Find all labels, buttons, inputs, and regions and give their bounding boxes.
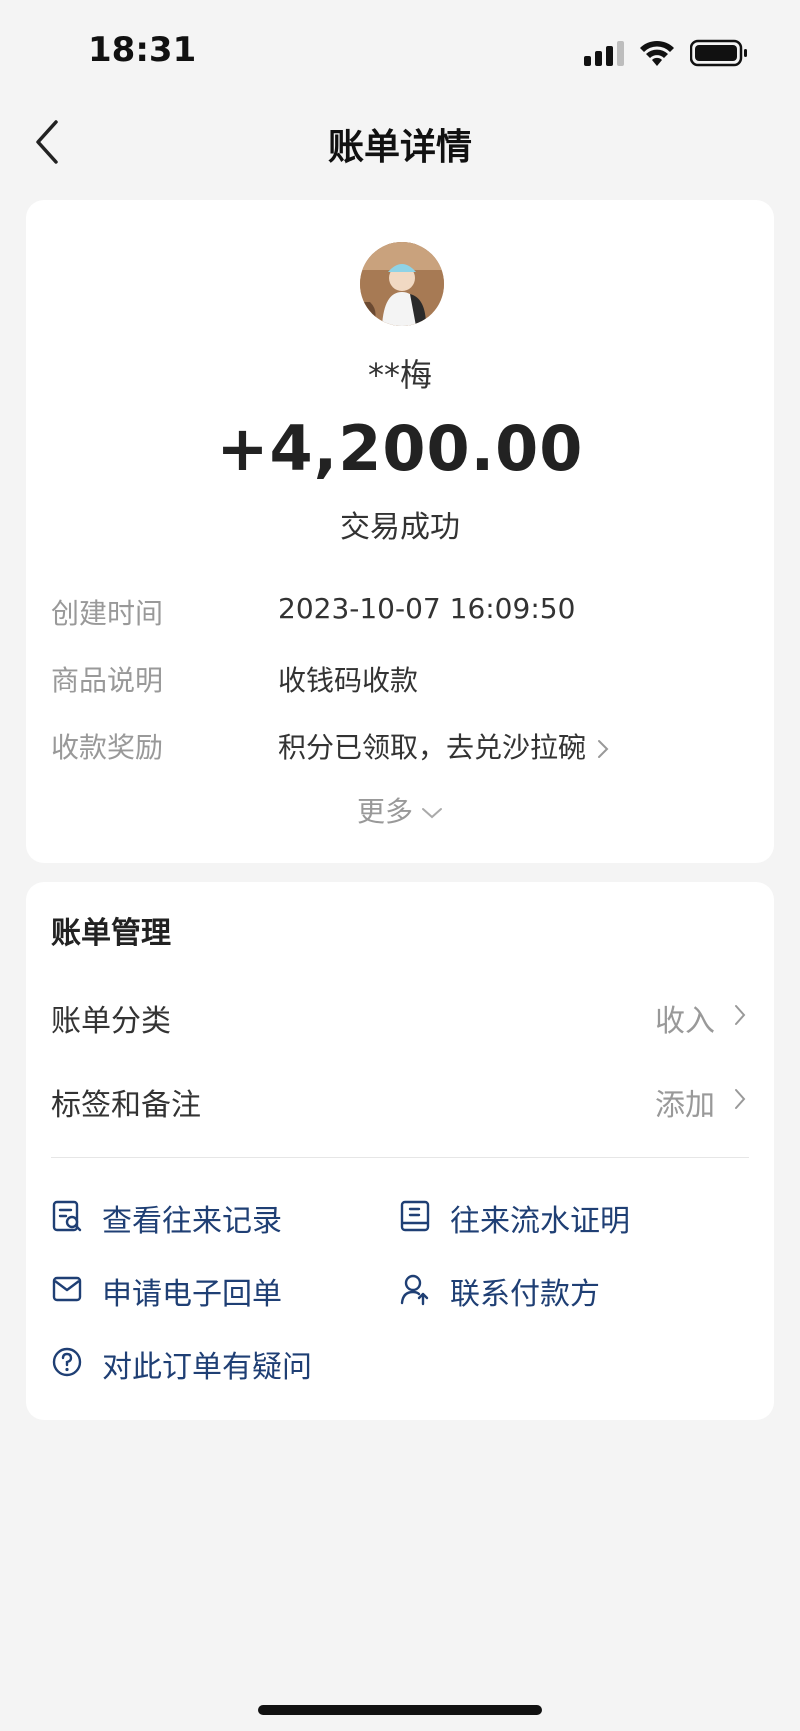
action-label: 查看往来记录 bbox=[102, 1204, 282, 1239]
action-label: 往来流水证明 bbox=[450, 1204, 630, 1239]
wifi-icon bbox=[640, 40, 674, 66]
bill-management-card: 账单管理 账单分类 收入 标签和备注 添加 查看往来记录 往来流水证明 申请电子… bbox=[26, 882, 774, 1420]
action-label: 联系付款方 bbox=[450, 1277, 600, 1312]
tags-notes-row[interactable]: 标签和备注 添加 bbox=[51, 1076, 749, 1126]
status-time: 18:31 bbox=[88, 30, 197, 70]
detail-value: 收钱码收款 bbox=[278, 664, 419, 697]
payer-avatar[interactable] bbox=[360, 242, 444, 326]
status-bar: 18:31 bbox=[0, 0, 800, 100]
row-label: 账单分类 bbox=[51, 1004, 171, 1039]
detail-label: 商品说明 bbox=[51, 664, 164, 697]
page-title: 账单详情 bbox=[327, 127, 472, 168]
bill-category-row[interactable]: 账单分类 收入 bbox=[51, 992, 749, 1042]
contact-person-icon bbox=[400, 1274, 429, 1306]
envelope-icon bbox=[52, 1276, 82, 1302]
chevron-down-icon bbox=[422, 808, 442, 819]
detail-row-reward[interactable]: 收款奖励 积分已领取，去兑沙拉碗 bbox=[51, 726, 749, 770]
row-label: 标签和备注 bbox=[51, 1088, 201, 1123]
nav-bar: 账单详情 bbox=[0, 100, 800, 186]
row-value: 收入 bbox=[655, 1004, 715, 1039]
divider bbox=[51, 1157, 749, 1158]
more-toggle[interactable]: 更多 bbox=[26, 790, 774, 830]
detail-value: 2023-10-07 16:09:50 bbox=[278, 592, 576, 625]
cellular-signal-icon bbox=[584, 41, 624, 66]
home-indicator[interactable] bbox=[258, 1705, 542, 1715]
chevron-right-icon bbox=[735, 1005, 746, 1025]
detail-label: 收款奖励 bbox=[51, 731, 164, 764]
detail-label: 创建时间 bbox=[51, 597, 164, 630]
reward-link[interactable]: 积分已领取，去兑沙拉碗 bbox=[278, 726, 610, 766]
transaction-status: 交易成功 bbox=[340, 510, 460, 545]
document-icon bbox=[400, 1200, 430, 1232]
section-title: 账单管理 bbox=[51, 916, 171, 951]
chevron-right-icon bbox=[735, 1089, 746, 1109]
more-label: 更多 bbox=[356, 795, 413, 828]
chevron-right-icon bbox=[598, 740, 609, 758]
payer-name: **梅 bbox=[367, 356, 432, 394]
avatar-photo bbox=[360, 242, 444, 326]
reward-link-text: 积分已领取，去兑沙拉碗 bbox=[278, 731, 587, 764]
action-label: 申请电子回单 bbox=[102, 1277, 282, 1312]
detail-row-created-time: 创建时间 2023-10-07 16:09:50 bbox=[51, 592, 749, 636]
transaction-card: **梅 +4,200.00 交易成功 创建时间 2023-10-07 16:09… bbox=[26, 200, 774, 863]
transaction-amount: +4,200.00 bbox=[216, 412, 584, 485]
battery-icon bbox=[690, 39, 747, 67]
row-value: 添加 bbox=[655, 1088, 715, 1123]
detail-row-description: 商品说明 收钱码收款 bbox=[51, 659, 749, 703]
action-label: 对此订单有疑问 bbox=[102, 1350, 312, 1385]
record-search-icon bbox=[52, 1200, 82, 1232]
question-circle-icon bbox=[52, 1347, 82, 1377]
